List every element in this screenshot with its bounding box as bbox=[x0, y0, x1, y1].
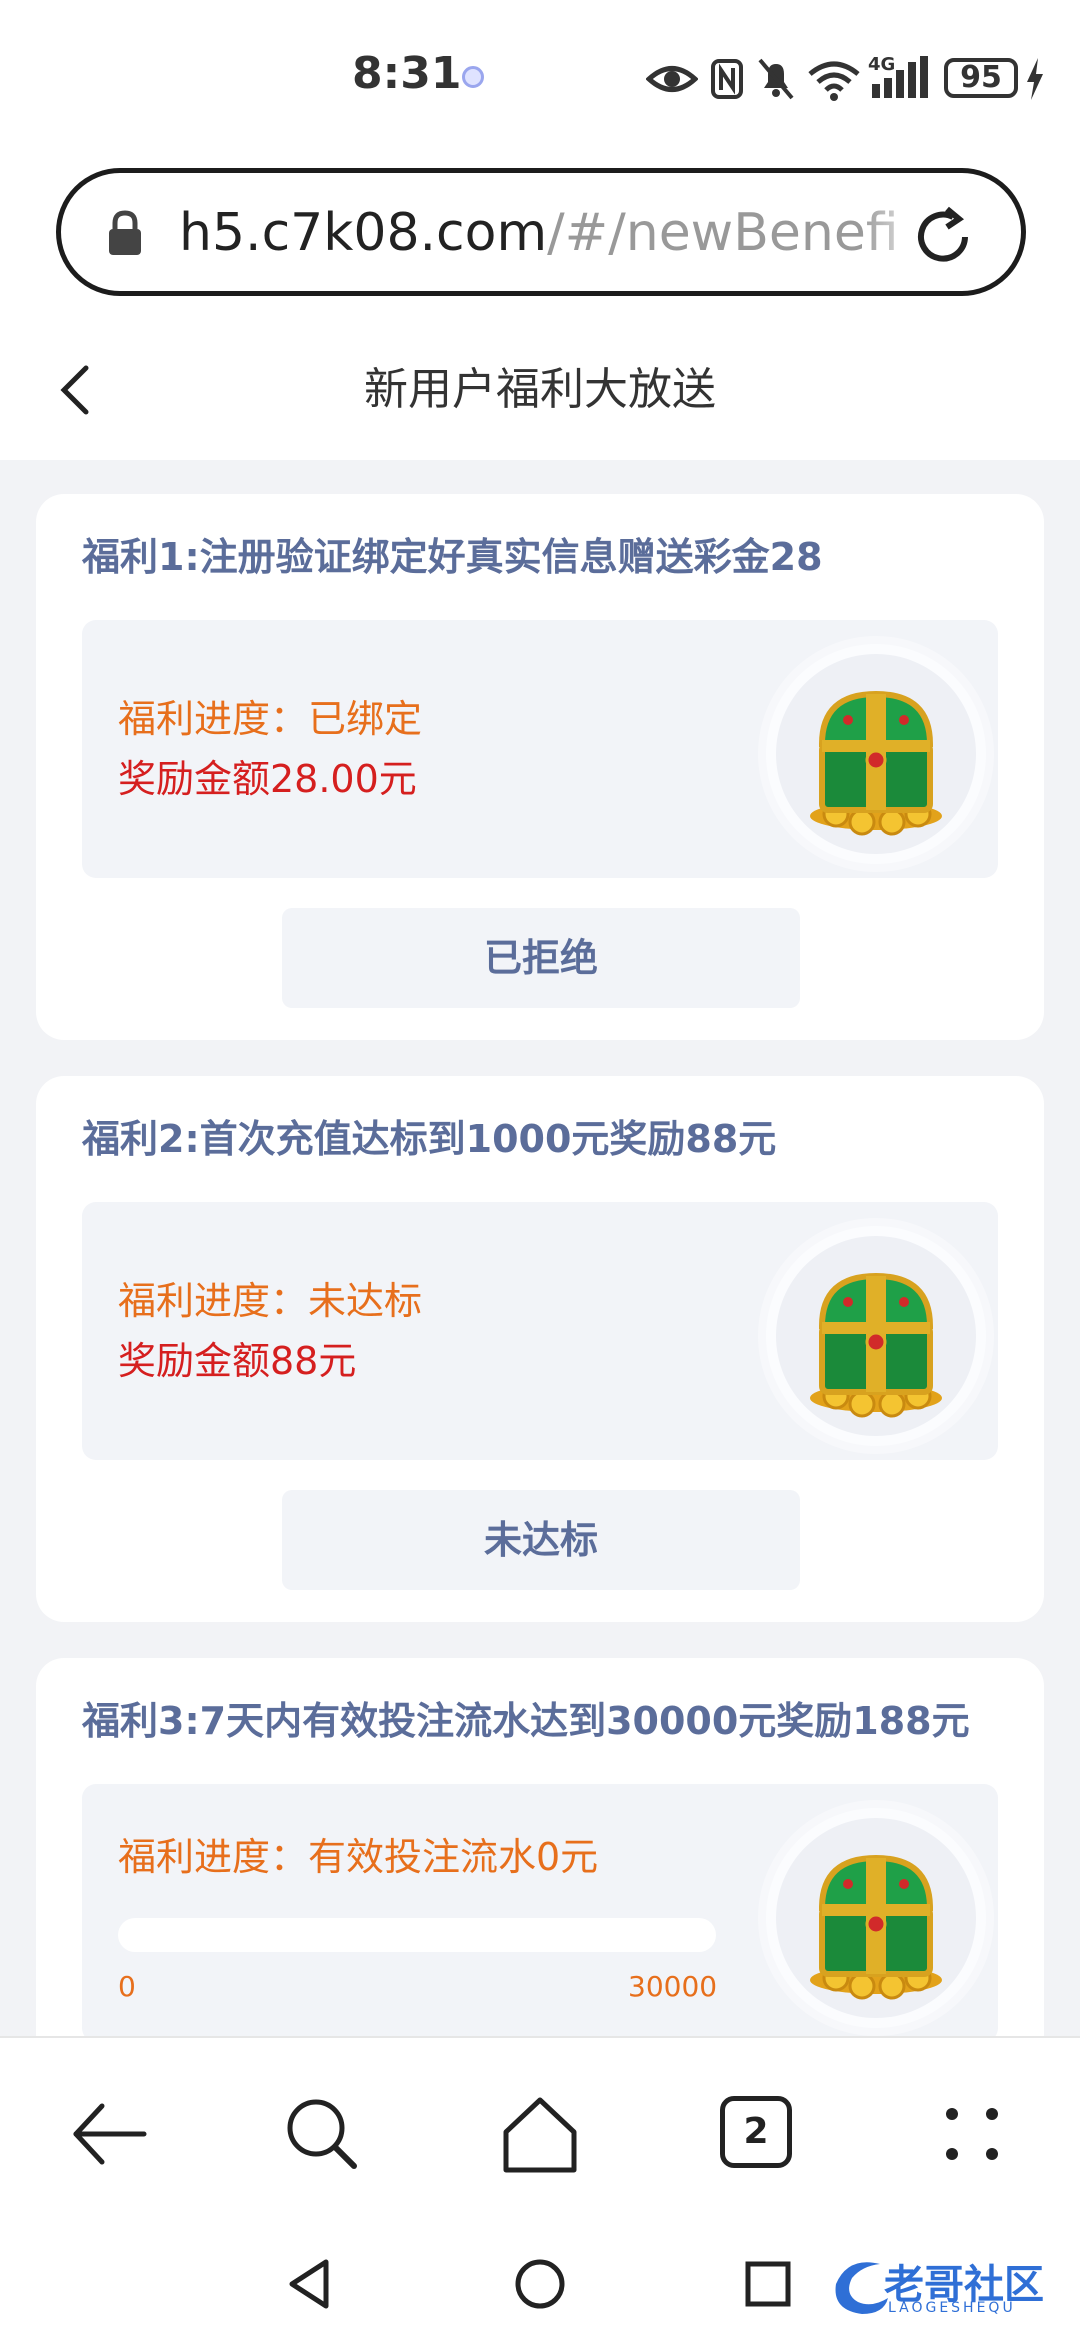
reload-icon[interactable] bbox=[909, 203, 977, 271]
benefit-card-2: 福利2:首次充值达标到1000元奖励88元 福利进度：未达标 奖励金额88元 未… bbox=[36, 1076, 1044, 1622]
benefit-progress: 福利进度：未达标 bbox=[118, 1279, 423, 1323]
benefit-info-box: 福利进度：有效投注流水0元 0 30000 bbox=[82, 1784, 998, 2036]
system-nav-bar: 老哥社区 LAOGESHEQU bbox=[0, 2228, 1080, 2340]
url-path: /#/newBenefi bbox=[547, 203, 899, 263]
watermark-subtext: LAOGESHEQU bbox=[888, 2300, 1016, 2316]
signal-icon bbox=[872, 56, 928, 98]
nav-home-icon[interactable] bbox=[512, 2256, 568, 2312]
dragon-logo-icon bbox=[835, 2262, 888, 2314]
status-time: 8:31 bbox=[352, 48, 462, 99]
url-text[interactable]: h5.c7k08.com/#/newBenefi bbox=[179, 193, 931, 273]
more-icon[interactable] bbox=[924, 2086, 1020, 2182]
home-icon[interactable] bbox=[492, 2086, 588, 2182]
back-chevron-icon[interactable] bbox=[56, 362, 96, 418]
benefit-card-1: 福利1:注册验证绑定好真实信息赠送彩金28 福利进度：已绑定 奖励金额28.00… bbox=[36, 494, 1044, 1040]
benefit-progress: 福利进度：已绑定 bbox=[118, 697, 423, 741]
page-header: 新用户福利大放送 bbox=[0, 320, 1080, 460]
benefit-progress: 福利进度：有效投注流水0元 bbox=[118, 1835, 599, 1879]
nav-back-icon[interactable] bbox=[282, 2256, 338, 2312]
tab-count: 2 bbox=[720, 2096, 792, 2168]
benefit-title: 福利1:注册验证绑定好真实信息赠送彩金28 bbox=[82, 535, 823, 579]
wifi-icon bbox=[808, 61, 860, 101]
status-bar: 8:31 4G 95 bbox=[0, 0, 1080, 150]
nfc-icon bbox=[711, 59, 743, 99]
url-host: h5.c7k08.com bbox=[179, 203, 548, 263]
progress-bar-min: 0 bbox=[118, 1970, 136, 2003]
tabs-icon[interactable]: 2 bbox=[708, 2086, 804, 2182]
benefit-status-button[interactable]: 未达标 bbox=[282, 1490, 800, 1590]
benefit-info-box: 福利进度：未达标 奖励金额88元 bbox=[82, 1202, 998, 1460]
page-title: 新用户福利大放送 bbox=[364, 364, 716, 415]
notification-dot-icon bbox=[462, 66, 484, 88]
url-bar[interactable]: h5.c7k08.com/#/newBenefi bbox=[56, 168, 1026, 296]
benefit-reward: 奖励金额28.00元 bbox=[118, 757, 417, 801]
watermark: 老哥社区 LAOGESHEQU bbox=[828, 2250, 1068, 2324]
charging-icon bbox=[1027, 58, 1043, 100]
eye-icon bbox=[646, 66, 698, 92]
benefits-list: 福利1:注册验证绑定好真实信息赠送彩金28 福利进度：已绑定 奖励金额28.00… bbox=[0, 460, 1080, 2036]
nav-recents-icon[interactable] bbox=[740, 2256, 796, 2312]
progress-bar-track bbox=[118, 1918, 716, 1952]
progress-bar-max: 30000 bbox=[628, 1970, 718, 2003]
search-icon[interactable] bbox=[274, 2086, 370, 2182]
benefit-title: 福利2:首次充值达标到1000元奖励88元 bbox=[82, 1117, 777, 1161]
benefit-info-box: 福利进度：已绑定 奖励金额28.00元 bbox=[82, 620, 998, 878]
battery-icon: 95 bbox=[944, 58, 1018, 98]
treasure-chest-icon bbox=[766, 644, 986, 864]
benefit-title: 福利3:7天内有效投注流水达到30000元奖励188元 bbox=[82, 1699, 970, 1743]
benefit-card-3: 福利3:7天内有效投注流水达到30000元奖励188元 福利进度：有效投注流水0… bbox=[36, 1658, 1044, 2036]
treasure-chest-icon bbox=[766, 1808, 986, 2028]
benefit-reward: 奖励金额88元 bbox=[118, 1339, 357, 1383]
mute-icon bbox=[758, 58, 794, 100]
lock-icon bbox=[109, 210, 141, 255]
benefit-status-button[interactable]: 已拒绝 bbox=[282, 908, 800, 1008]
browser-bottom-bar: 2 bbox=[0, 2036, 1080, 2228]
treasure-chest-icon bbox=[766, 1226, 986, 1446]
status-icons: 4G 95 bbox=[646, 54, 1046, 104]
back-arrow-icon[interactable] bbox=[62, 2086, 158, 2182]
